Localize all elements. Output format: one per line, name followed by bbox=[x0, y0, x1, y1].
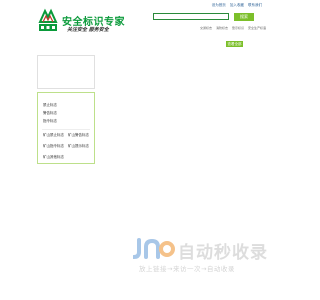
sidebar-item[interactable]: 禁止标志 bbox=[43, 103, 57, 108]
hot-word-link[interactable]: 交通标志 bbox=[200, 26, 212, 30]
sidebar-item[interactable]: 矿山其他标志 bbox=[43, 155, 64, 160]
sidebar-item[interactable]: 矿山警告标志 bbox=[68, 133, 89, 138]
sidebar-item[interactable]: 矿山指令标志 bbox=[43, 144, 64, 149]
sidebar-item[interactable]: 指令标志 bbox=[43, 119, 57, 124]
search-input[interactable] bbox=[153, 13, 229, 20]
sidebar-item[interactable]: 矿山提示标志 bbox=[68, 144, 89, 149]
hot-word-link[interactable]: 消防标志 bbox=[216, 26, 228, 30]
set-homepage-link[interactable]: 设为首页 bbox=[212, 3, 226, 7]
add-favorite-link[interactable]: 加入收藏 bbox=[230, 3, 244, 7]
watermark-subtitle: 放上链接→来访一次→自动收录 bbox=[139, 265, 235, 273]
hot-word-link[interactable]: 警示标识 bbox=[232, 26, 244, 30]
sidebar-item[interactable]: 警告标志 bbox=[43, 111, 57, 116]
search-button[interactable]: 搜索 bbox=[234, 13, 254, 21]
watermark-logo-icon bbox=[132, 238, 175, 264]
top-links: 设为首页 加入收藏 联系我们 bbox=[209, 3, 262, 8]
sidebar-banner bbox=[37, 55, 95, 89]
sidebar-item[interactable]: 矿山禁止标志 bbox=[43, 133, 64, 138]
watermark-title: 自动秒收录 bbox=[178, 243, 268, 263]
site-logo-icon[interactable] bbox=[37, 8, 59, 32]
site-slogan: 关注安全 服务安全 bbox=[67, 27, 109, 33]
sidebar-divider bbox=[42, 129, 90, 130]
view-all-button[interactable]: 查看全部 bbox=[226, 41, 243, 47]
sidebar-category-panel: 禁止标志 警告标志 指令标志 矿山禁止标志 矿山警告标志 矿山指令标志 矿山提示… bbox=[37, 92, 95, 164]
hot-words: 交通标志 消防标志 警示标识 安全生产标语 bbox=[200, 26, 269, 30]
contact-link[interactable]: 联系我们 bbox=[248, 3, 262, 7]
hot-word-link[interactable]: 安全生产标语 bbox=[248, 26, 266, 30]
